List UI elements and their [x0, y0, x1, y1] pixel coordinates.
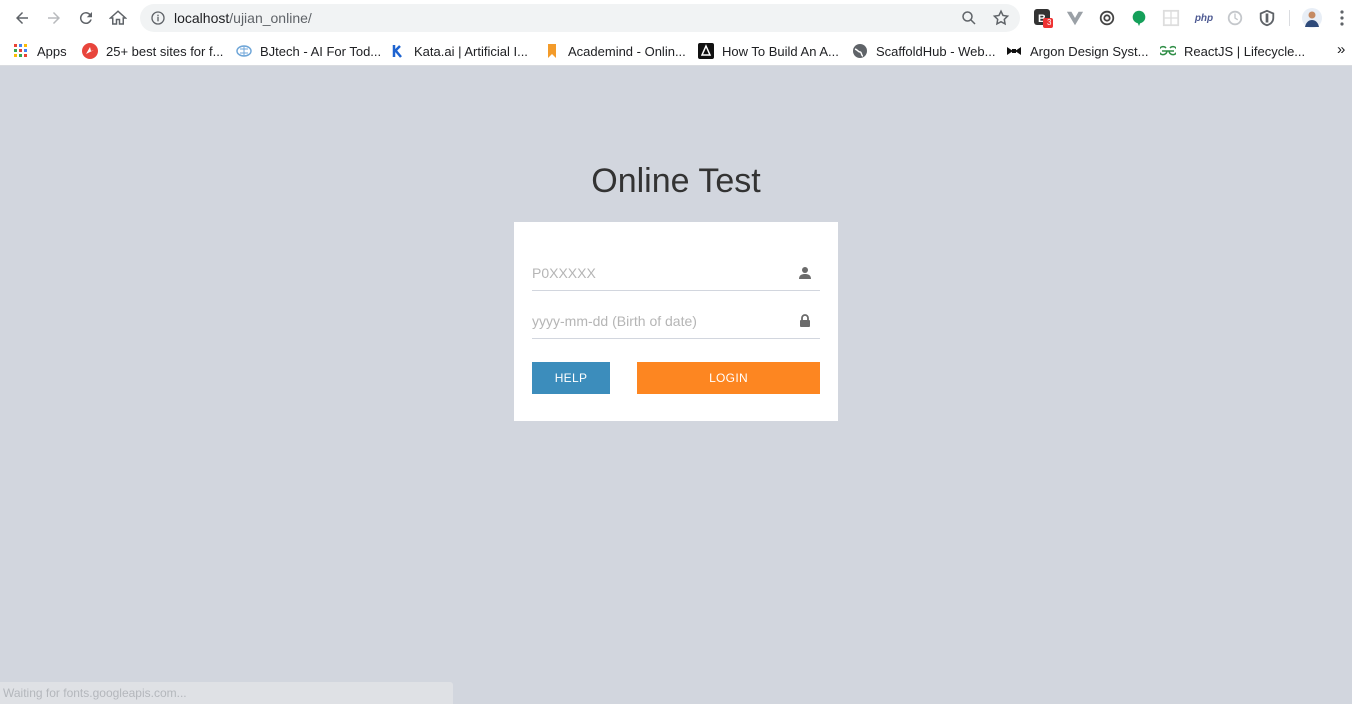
php-extension-icon[interactable]: php: [1192, 8, 1216, 28]
bookmark-scaffoldhub[interactable]: ScaffoldHub - Web...: [852, 42, 995, 60]
kata-logo-icon: [390, 43, 406, 59]
home-button[interactable]: [102, 2, 134, 34]
forward-button[interactable]: [38, 2, 70, 34]
info-icon[interactable]: [150, 10, 166, 26]
reload-button[interactable]: [70, 2, 102, 34]
back-button[interactable]: [6, 2, 38, 34]
username-field: [532, 257, 820, 291]
vue-devtools-icon[interactable]: [1065, 8, 1085, 28]
help-button[interactable]: HELP: [532, 362, 610, 394]
bookmark-academind[interactable]: Academind - Onlin...: [544, 42, 686, 60]
password-field: [532, 305, 820, 339]
birthdate-password-input[interactable]: [532, 305, 782, 337]
profile-avatar[interactable]: [1302, 8, 1322, 28]
more-bookmarks-chevron-icon[interactable]: »: [1337, 40, 1345, 58]
brain-icon: [236, 43, 252, 59]
bookmark-apps[interactable]: Apps: [13, 42, 67, 60]
grammarly-icon[interactable]: [1129, 8, 1149, 28]
bookmark-ribbon-icon: [544, 43, 560, 59]
bookmark-bjtech[interactable]: BJtech - AI For Tod...: [236, 42, 381, 60]
bookmark-argon[interactable]: Argon Design Syst...: [1006, 42, 1149, 60]
arrow-right-icon: [48, 12, 60, 24]
login-button[interactable]: LOGIN: [637, 362, 820, 394]
url-text[interactable]: localhost/ujian_online/: [174, 10, 312, 26]
geeksforgeeks-icon: [1160, 43, 1176, 59]
extension-badge: 3: [1047, 18, 1052, 27]
bookmark-kata-ai[interactable]: Kata.ai | Artificial I...: [390, 42, 528, 60]
clock-extension-icon[interactable]: [1225, 8, 1245, 28]
globe-icon: [852, 43, 868, 59]
red-circle-icon: [82, 43, 98, 59]
home-icon: [109, 10, 127, 25]
menu-icon[interactable]: [1334, 8, 1350, 28]
zoom-icon[interactable]: [960, 9, 978, 27]
star-icon[interactable]: [992, 9, 1010, 27]
lock-icon: [800, 314, 810, 327]
page-title: Online Test: [591, 162, 761, 200]
bookmark-how-to-build[interactable]: How To Build An A...: [698, 42, 839, 60]
bookmark-reactjs[interactable]: ReactJS | Lifecycle...: [1160, 42, 1305, 60]
openai-icon[interactable]: [1097, 8, 1117, 28]
browser-toolbar: localhost/ujian_online/ B 3 php: [0, 0, 1352, 36]
address-bar[interactable]: localhost/ujian_online/: [140, 4, 1020, 32]
bootstrap-extension-icon[interactable]: B 3: [1033, 8, 1053, 28]
bowtie-icon: [1006, 43, 1022, 59]
user-icon: [799, 267, 811, 279]
arrow-left-icon: [16, 12, 28, 24]
reload-icon: [79, 12, 92, 25]
grid-extension-icon[interactable]: [1161, 8, 1181, 28]
shield-icon[interactable]: [1257, 8, 1277, 28]
toolbar-divider: [1289, 10, 1290, 26]
status-bar: Waiting for fonts.googleapis.com...: [0, 682, 453, 704]
bookmark-best-sites[interactable]: 25+ best sites for f...: [82, 42, 223, 60]
apps-grid-icon: [13, 43, 29, 59]
bookmarks-bar: Apps 25+ best sites for f... BJtech - AI…: [0, 36, 1352, 66]
dark-square-logo-icon: [698, 43, 714, 59]
username-input[interactable]: [532, 257, 782, 289]
